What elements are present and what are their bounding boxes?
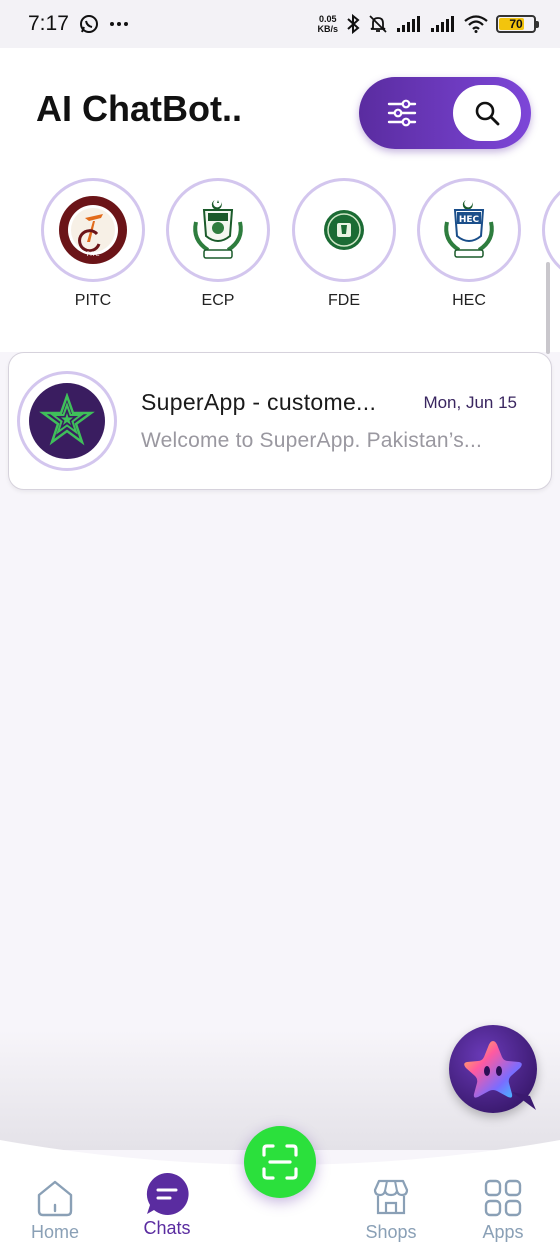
filter-button[interactable] <box>377 91 427 135</box>
nav-apps[interactable]: Apps <box>458 1176 548 1243</box>
header: AI ChatBot.. PITC PITC ECP FDE HEC HEC <box>0 48 560 354</box>
story-fde[interactable]: FDE <box>292 178 396 310</box>
scan-button[interactable] <box>244 1126 316 1198</box>
status-bar: 7:17 0.05 KB/s 70 <box>0 0 560 48</box>
story-hec[interactable]: HEC HEC <box>417 178 521 310</box>
nav-home[interactable]: Home <box>10 1176 100 1243</box>
chat-avatar-ring <box>17 371 117 471</box>
story-label: PITC <box>74 292 112 309</box>
battery-icon: 70 <box>496 15 539 33</box>
hec-emblem-icon: HEC <box>433 194 505 266</box>
header-actions <box>359 77 531 149</box>
story-ecp[interactable]: ECP <box>166 178 270 310</box>
fde-emblem-icon <box>308 194 380 266</box>
network-speed-value: 0.05 <box>318 14 337 24</box>
nav-label: Chats <box>143 1218 191 1238</box>
signal-1-icon <box>396 15 422 33</box>
battery-level: 70 <box>509 17 523 31</box>
nav-label: Apps <box>482 1222 524 1242</box>
chat-name: SuperApp - custome... <box>141 389 377 415</box>
story-pitc[interactable]: PITC PITC <box>41 178 145 310</box>
mute-bell-icon <box>368 14 388 34</box>
story-ring <box>166 178 270 282</box>
avatar <box>29 383 105 459</box>
nav-label: Shops <box>365 1222 417 1242</box>
sliders-icon <box>387 99 417 127</box>
pitc-logo-icon: PITC <box>57 194 129 266</box>
ecp-emblem-icon <box>182 194 254 266</box>
story-ring <box>292 178 396 282</box>
story-label: HEC <box>452 292 486 309</box>
nav-chats[interactable]: Chats <box>122 1172 212 1239</box>
more-notifications-icon <box>109 21 129 27</box>
chat-date: Mon, Jun 15 <box>423 393 517 412</box>
nav-shops[interactable]: Shops <box>346 1176 436 1243</box>
search-button[interactable] <box>453 85 521 141</box>
stories-row: PITC PITC ECP FDE HEC HEC <box>0 178 560 318</box>
scan-icon <box>262 1144 298 1180</box>
chat-list-item[interactable]: SuperApp - custome... Mon, Jun 15 Welcom… <box>8 352 552 490</box>
bot-bubble-tail <box>512 1092 536 1110</box>
apps-grid-icon <box>458 1176 548 1220</box>
page-title: AI ChatBot.. <box>36 88 242 129</box>
story-label: ECP <box>201 292 235 309</box>
whatsapp-icon <box>79 14 99 34</box>
chat-preview: Welcome to SuperApp. Pakistan’s... <box>141 429 481 452</box>
bluetooth-icon <box>346 14 360 34</box>
scrollbar[interactable] <box>546 262 550 354</box>
story-partial[interactable] <box>542 178 560 282</box>
status-time: 7:17 <box>28 12 69 35</box>
star-avatar-icon <box>39 393 95 446</box>
chat-icon <box>122 1172 212 1216</box>
nav-label: Home <box>30 1222 79 1242</box>
network-speed: 0.05 KB/s <box>317 14 338 34</box>
story-ring: HEC <box>417 178 521 282</box>
signal-2-icon <box>430 15 456 33</box>
story-label: FDE <box>328 292 360 309</box>
network-speed-unit: KB/s <box>317 24 338 34</box>
story-ring: PITC <box>41 178 145 282</box>
home-icon <box>10 1176 100 1220</box>
wifi-icon <box>464 15 488 33</box>
shop-icon <box>346 1176 436 1220</box>
svg-text:HEC: HEC <box>459 215 480 225</box>
search-icon <box>475 101 500 126</box>
svg-text:PITC: PITC <box>87 251 100 258</box>
story-ring <box>542 178 560 282</box>
